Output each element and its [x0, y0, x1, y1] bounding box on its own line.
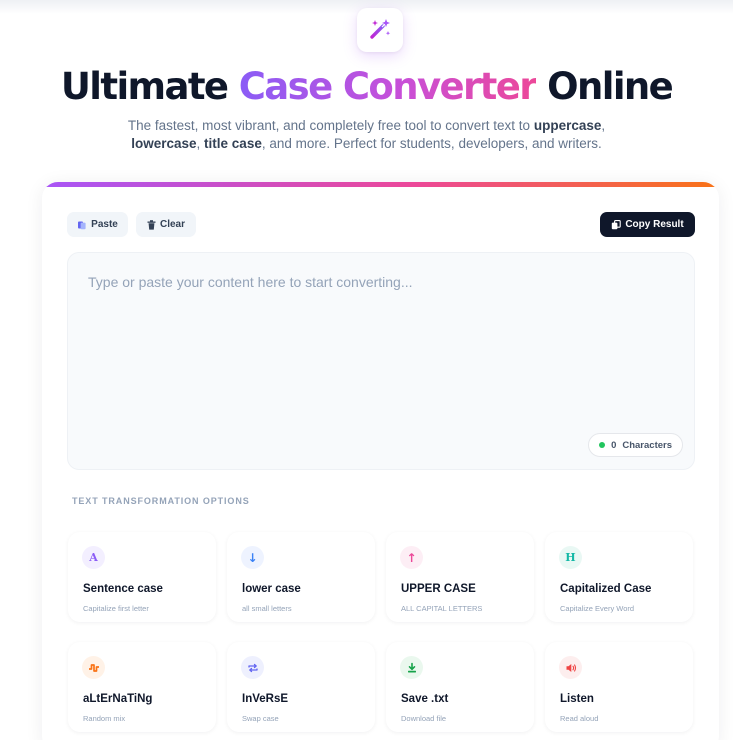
option-title: lower case — [242, 583, 301, 595]
card-accent-bar — [42, 182, 719, 187]
letter-a-icon: A — [82, 546, 105, 569]
logo — [357, 8, 403, 52]
arrow-down-icon: ↓ — [241, 546, 264, 569]
subtitle-separator: , — [601, 118, 606, 133]
subtitle-keyword-lowercase: lowercase — [131, 136, 197, 151]
option-tile-upper-case[interactable]: ↑ UPPER CASE ALL CAPITAL LETTERS — [386, 532, 534, 622]
option-tile-listen[interactable]: Listen Read aloud — [545, 642, 693, 732]
converter-card: Paste Clear Copy Result 0 Characters TEX… — [42, 182, 719, 740]
option-title: UPPER CASE — [401, 583, 476, 595]
title-part-3: Online — [547, 65, 674, 108]
option-title: Listen — [560, 693, 594, 705]
status-dot-icon — [599, 442, 606, 448]
wave-icon — [82, 656, 105, 679]
paste-button[interactable]: Paste — [67, 212, 128, 237]
option-subtitle: all small letters — [242, 604, 292, 613]
clear-button-label: Clear — [159, 219, 185, 230]
option-subtitle: Capitalize first letter — [83, 604, 149, 613]
option-title: InVeRsE — [242, 693, 289, 705]
option-tile-alternating[interactable]: aLtErNaTiNg Random mix — [68, 642, 216, 732]
page-subtitle: The fastest, most vibrant, and completel… — [110, 117, 623, 153]
title-part-1: Ultimate — [60, 65, 229, 108]
option-tile-save-txt[interactable]: Save .txt Download file — [386, 642, 534, 732]
character-count: 0 — [611, 439, 617, 451]
clear-button[interactable]: Clear — [136, 212, 196, 237]
option-tile-capitalized-case[interactable]: H Capitalized Case Capitalize Every Word — [545, 532, 693, 622]
option-title: Capitalized Case — [560, 583, 652, 595]
download-icon — [400, 656, 423, 679]
page-title: Ultimate Case Converter Online — [0, 64, 733, 110]
subtitle-intro: The fastest, most vibrant, and completel… — [127, 118, 531, 133]
character-counter: 0 Characters — [588, 433, 683, 457]
option-subtitle: ALL CAPITAL LETTERS — [401, 604, 483, 613]
option-tile-lower-case[interactable]: ↓ lower case all small letters — [227, 532, 375, 622]
clipboard-icon — [78, 221, 86, 229]
copy-button-label: Copy Result — [625, 219, 684, 230]
copy-result-button[interactable]: Copy Result — [600, 212, 695, 237]
option-subtitle: Capitalize Every Word — [560, 604, 635, 613]
letter-h-icon: H — [559, 546, 582, 569]
subtitle-separator: , — [196, 136, 201, 151]
subtitle-outro: , and more. Perfect for students, develo… — [261, 136, 602, 151]
option-subtitle: Read aloud — [560, 714, 599, 723]
magic-wand-icon — [370, 19, 391, 39]
option-tile-inverse[interactable]: InVeRsE Swap case — [227, 642, 375, 732]
repeat-icon — [241, 656, 264, 679]
trash-icon — [147, 219, 156, 230]
option-tile-sentence-case[interactable]: A Sentence case Capitalize first letter — [68, 532, 216, 622]
subtitle-keyword-uppercase: uppercase — [533, 118, 602, 133]
copy-icon — [612, 219, 622, 229]
option-title: Save .txt — [401, 693, 449, 705]
option-title: aLtErNaTiNg — [83, 693, 153, 705]
options-section-label: TEXT TRANSFORMATION OPTIONS — [72, 496, 250, 506]
title-highlight: Case Converter — [238, 65, 538, 108]
paste-button-label: Paste — [91, 219, 118, 230]
option-subtitle: Swap case — [242, 714, 279, 723]
option-subtitle: Download file — [401, 714, 447, 723]
arrow-up-icon: ↑ — [400, 546, 423, 569]
option-title: Sentence case — [83, 583, 163, 595]
character-count-label: Characters — [622, 439, 672, 451]
text-editor: 0 Characters — [67, 252, 695, 470]
option-subtitle: Random mix — [83, 714, 126, 723]
subtitle-keyword-title-case: title case — [204, 136, 262, 151]
speaker-icon — [559, 656, 582, 679]
